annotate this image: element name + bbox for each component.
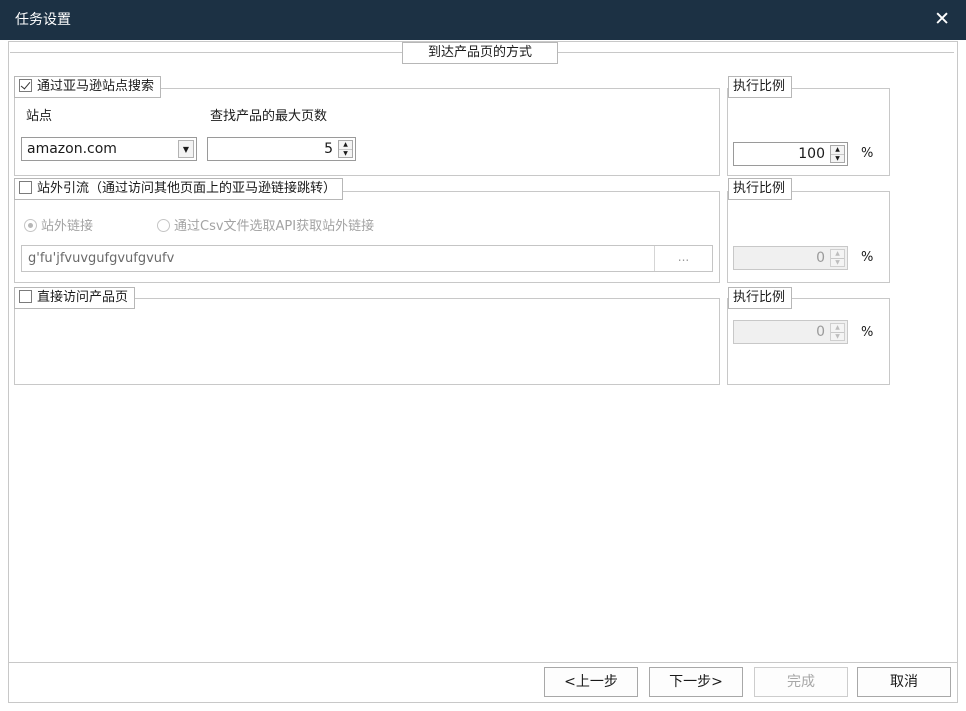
radio-selected-icon[interactable] xyxy=(24,219,37,232)
title-bar: 任务设置 ✕ xyxy=(0,0,966,40)
browse-button[interactable]: ... xyxy=(654,246,712,271)
finish-button[interactable]: 完成 xyxy=(754,667,848,697)
cancel-button[interactable]: 取消 xyxy=(857,667,951,697)
max-pages-value: 5 xyxy=(324,141,333,157)
direct-group xyxy=(14,298,720,385)
checkbox-unchecked-icon[interactable] xyxy=(19,290,32,303)
close-icon[interactable]: ✕ xyxy=(934,9,950,29)
direct-ratio-value: 0 xyxy=(816,324,825,340)
radio-csv-api[interactable]: 通过Csv文件选取API获取站外链接 xyxy=(157,215,374,234)
section-title: 到达产品页的方式 xyxy=(402,42,558,64)
arrow-down-icon[interactable]: ▼ xyxy=(339,149,352,157)
arrow-down-icon[interactable]: ▼ xyxy=(831,258,844,266)
site-select-value: amazon.com xyxy=(27,141,117,157)
stepper-buttons[interactable]: ▲ ▼ xyxy=(830,249,845,267)
arrow-down-icon[interactable]: ▼ xyxy=(831,154,844,162)
radio-unselected-icon[interactable] xyxy=(157,219,170,232)
window-title: 任务设置 xyxy=(15,12,71,28)
arrow-up-icon[interactable]: ▲ xyxy=(831,250,844,258)
next-button[interactable]: 下一步> xyxy=(649,667,743,697)
direct-label: 直接访问产品页 xyxy=(37,290,129,305)
checkbox-checked-icon[interactable] xyxy=(19,79,32,92)
site-select[interactable]: amazon.com ▼ xyxy=(21,137,197,161)
stepper-buttons[interactable]: ▲ ▼ xyxy=(830,145,845,163)
offsite-ratio-value: 0 xyxy=(816,250,825,266)
chevron-down-icon[interactable]: ▼ xyxy=(178,140,194,158)
amazon-search-group xyxy=(14,88,720,176)
amazon-ratio-value: 100 xyxy=(798,146,825,162)
direct-ratio-unit: % xyxy=(861,325,874,340)
arrow-down-icon[interactable]: ▼ xyxy=(831,332,844,340)
offsite-link-field[interactable]: g'fu'jfvuvgufgvufgvufv ... xyxy=(21,245,713,272)
arrow-up-icon[interactable]: ▲ xyxy=(831,146,844,154)
stepper-buttons[interactable]: ▲ ▼ xyxy=(338,140,353,158)
max-pages-label: 查找产品的最大页数 xyxy=(210,109,328,124)
site-label: 站点 xyxy=(26,109,53,124)
arrow-up-icon[interactable]: ▲ xyxy=(339,141,352,149)
offsite-ratio-label: 执行比例 xyxy=(728,178,793,200)
max-pages-stepper[interactable]: 5 ▲ ▼ xyxy=(207,137,356,161)
direct-checkbox[interactable]: 直接访问产品页 xyxy=(14,287,136,309)
amazon-ratio-unit: % xyxy=(861,146,874,161)
amazon-search-label: 通过亚马逊站点搜索 xyxy=(37,79,155,94)
arrow-up-icon[interactable]: ▲ xyxy=(831,324,844,332)
offsite-label: 站外引流（通过访问其他页面上的亚马逊链接跳转） xyxy=(37,181,337,196)
offsite-link-value: g'fu'jfvuvgufgvufgvufv xyxy=(28,251,175,266)
footer-divider xyxy=(9,662,957,663)
prev-button[interactable]: <上一步 xyxy=(544,667,638,697)
radio-offsite-link-label: 站外链接 xyxy=(41,219,94,234)
offsite-ratio-stepper[interactable]: 0 ▲ ▼ xyxy=(733,246,848,270)
checkbox-unchecked-icon[interactable] xyxy=(19,181,32,194)
amazon-search-checkbox[interactable]: 通过亚马逊站点搜索 xyxy=(14,76,162,98)
offsite-ratio-unit: % xyxy=(861,250,874,265)
direct-ratio-stepper[interactable]: 0 ▲ ▼ xyxy=(733,320,848,344)
radio-offsite-link[interactable]: 站外链接 xyxy=(24,215,93,234)
amazon-ratio-stepper[interactable]: 100 ▲ ▼ xyxy=(733,142,848,166)
direct-ratio-label: 执行比例 xyxy=(728,287,793,309)
stepper-buttons[interactable]: ▲ ▼ xyxy=(830,323,845,341)
amazon-ratio-label: 执行比例 xyxy=(728,76,793,98)
radio-csv-api-label: 通过Csv文件选取API获取站外链接 xyxy=(174,219,375,234)
offsite-checkbox[interactable]: 站外引流（通过访问其他页面上的亚马逊链接跳转） xyxy=(14,178,344,200)
